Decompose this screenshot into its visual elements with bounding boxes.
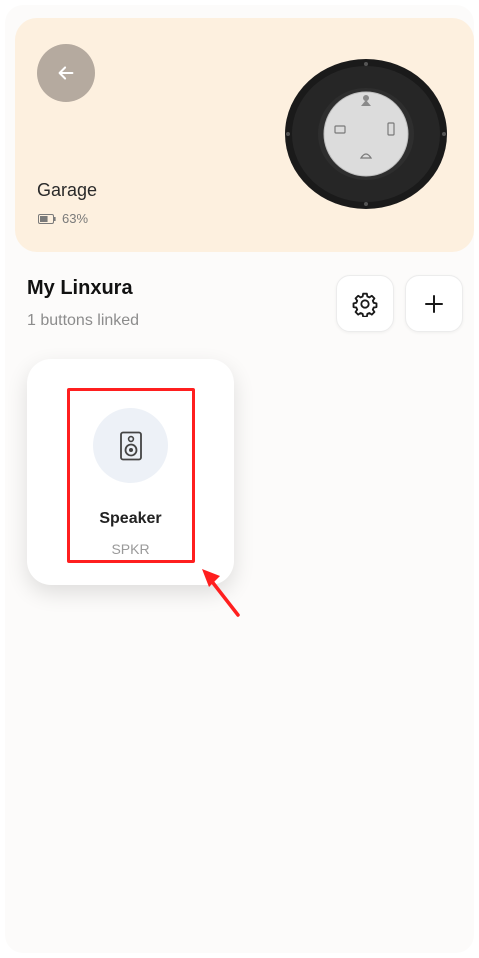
pointer-arrow bbox=[202, 569, 240, 617]
back-button[interactable] bbox=[37, 44, 95, 102]
device-name: Garage bbox=[37, 180, 98, 200]
gear-icon bbox=[352, 292, 378, 317]
battery-percentage: 63% bbox=[62, 211, 89, 226]
add-button[interactable] bbox=[405, 275, 463, 332]
battery-status: 63% bbox=[38, 211, 88, 226]
linked-count: 1 buttons linked bbox=[27, 312, 140, 329]
plus-icon bbox=[425, 294, 443, 313]
highlight-box bbox=[67, 388, 195, 563]
section-title: My Linxura bbox=[27, 277, 133, 299]
device-image bbox=[285, 59, 447, 209]
battery-icon bbox=[38, 213, 56, 224]
settings-button[interactable] bbox=[336, 275, 394, 332]
arrow-left-icon bbox=[58, 66, 74, 80]
